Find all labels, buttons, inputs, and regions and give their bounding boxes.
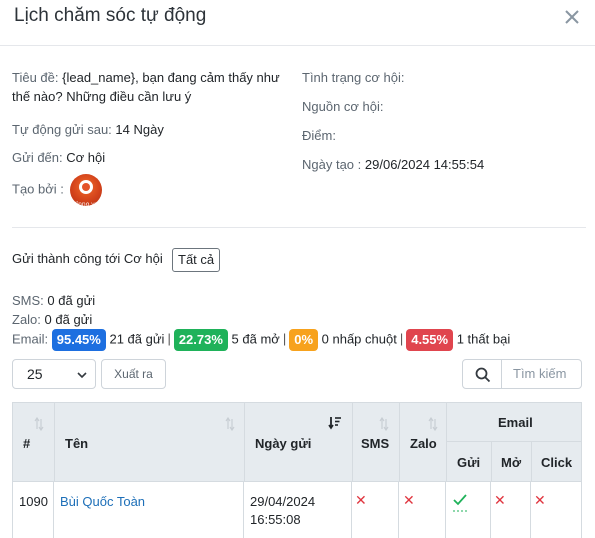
sent-badge: 95.45%: [51, 329, 106, 351]
created-date-label: Ngày tạo :: [302, 157, 362, 172]
divider: [445, 482, 446, 538]
modal-header: Lịch chăm sóc tự động: [0, 0, 595, 46]
search-button[interactable]: [462, 359, 502, 389]
send-to-label: Gửi đến:: [12, 150, 63, 165]
send-to-row: Gửi đến: Cơ hội: [12, 148, 284, 167]
vinno-logo-icon: [78, 180, 93, 194]
x-icon: ✕: [403, 492, 415, 508]
close-icon[interactable]: [561, 6, 583, 28]
check-icon[interactable]: [453, 494, 467, 514]
row-date: 29/04/2024: [250, 494, 316, 509]
divider: [398, 482, 399, 538]
status-row: Tình trạng cơ hội:: [302, 68, 582, 87]
search-input[interactable]: Tìm kiếm: [501, 359, 582, 389]
row-id: 1090: [19, 494, 48, 509]
chevron-down-icon: [77, 372, 87, 379]
email-label: Email:: [12, 331, 49, 347]
sort-icon[interactable]: [33, 417, 45, 431]
separator: |: [167, 331, 171, 347]
table-header: # Tên Ngày gửi SMS Zalo Email Gửi Mở Cli…: [12, 402, 582, 483]
row-time: 16:55:08: [250, 512, 301, 527]
export-button[interactable]: Xuất ra: [101, 359, 166, 389]
divider: [399, 403, 400, 483]
page-size-select[interactable]: 25: [12, 359, 96, 389]
col-header-sms[interactable]: SMS: [361, 436, 389, 451]
auto-send-row: Tự động gửi sau: 14 Ngày: [12, 120, 284, 139]
zalo-stat: Zalo: 0 đã gửi: [12, 312, 92, 328]
sort-icon[interactable]: [427, 417, 439, 431]
sort-desc-icon[interactable]: [328, 416, 342, 430]
col-header-email: Email: [498, 415, 533, 430]
sent-text: 21 đã gửi: [109, 331, 165, 347]
divider: [352, 403, 353, 483]
send-to-value: Cơ hội: [66, 150, 106, 165]
separator: |: [282, 331, 287, 347]
col-header-name[interactable]: Tên: [65, 436, 88, 451]
sms-value: 0 đã gửi: [47, 293, 96, 308]
divider: [446, 441, 582, 442]
created-by-label: Tạo bởi :: [12, 181, 64, 197]
separator: |: [399, 331, 404, 347]
details-right: Tình trạng cơ hội: Nguồn cơ hội: Điểm: N…: [302, 68, 582, 174]
avatar[interactable]: Vinno.vn: [69, 174, 102, 208]
email-stat: Email: 95.45% 21 đã gửi | 22.73% 5 đã mở | 0…: [12, 329, 510, 351]
zalo-value: 0 đã gửi: [44, 312, 93, 327]
avatar-brand-text: Vinno.vn: [72, 201, 99, 208]
created-date-row: Ngày tạo : 29/06/2024 14:55:54: [302, 155, 582, 174]
row-name-link[interactable]: Bùi Quốc Toàn: [60, 493, 145, 511]
click-text: 0 nhấp chuột: [321, 331, 397, 347]
col-header-zalo[interactable]: Zalo: [410, 436, 437, 451]
divider: [244, 403, 245, 483]
source-row: Nguồn cơ hội:: [302, 97, 582, 116]
subject-row: Tiêu đề: {lead_name}, bạn đang cảm thấy …: [12, 68, 284, 106]
col-header-email-open[interactable]: Mở: [501, 455, 521, 470]
divider: [243, 482, 244, 538]
col-header-email-sent[interactable]: Gửi: [457, 455, 480, 470]
zalo-label: Zalo:: [12, 312, 41, 327]
status-label: Tình trạng cơ hội:: [302, 70, 405, 85]
table-row[interactable]: 1090 Bùi Quốc Toàn 29/04/2024 16:55:08 ✕…: [12, 482, 582, 538]
divider: [491, 441, 492, 483]
divider: [490, 482, 491, 538]
modal-title: Lịch chăm sóc tự động: [14, 5, 207, 26]
divider: [531, 441, 532, 483]
search-icon: [475, 367, 491, 383]
score-label: Điểm:: [302, 128, 336, 143]
fail-badge: 4.55%: [406, 329, 454, 351]
page-size-value: 25: [27, 366, 43, 382]
sms-stat: SMS: 0 đã gửi: [12, 293, 95, 309]
subject-label: Tiêu đề:: [12, 70, 59, 85]
open-text: 5 đã mở: [231, 331, 280, 347]
col-header-email-click[interactable]: Click: [541, 455, 572, 470]
sms-label: SMS:: [12, 293, 44, 308]
details-left: Tiêu đề: {lead_name}, bạn đang cảm thấy …: [12, 68, 284, 208]
score-row: Điểm:: [302, 126, 582, 145]
x-icon: ✕: [534, 492, 546, 508]
auto-send-label: Tự động gửi sau:: [12, 122, 112, 137]
divider: [54, 403, 55, 483]
click-badge: 0%: [289, 329, 319, 351]
divider: [12, 227, 586, 228]
open-badge: 22.73%: [173, 329, 228, 351]
auto-send-value: 14 Ngày: [115, 122, 164, 137]
divider: [530, 482, 531, 538]
col-header-date[interactable]: Ngày gửi: [255, 436, 311, 451]
x-icon: ✕: [494, 492, 506, 508]
created-date-value: 29/06/2024 14:55:54: [364, 157, 485, 172]
fail-text: 1 thất bại: [456, 331, 511, 347]
col-header-id[interactable]: #: [23, 436, 30, 451]
x-icon: ✕: [355, 492, 367, 508]
divider: [53, 482, 54, 538]
recipients-table: # Tên Ngày gửi SMS Zalo Email Gửi Mở Cli…: [12, 402, 582, 538]
all-button[interactable]: Tất cả: [172, 248, 221, 272]
sent-to-text: Gửi thành công tới Cơ hội: [12, 251, 163, 266]
created-by-row: Tạo bởi : Vinno.vn: [12, 174, 284, 208]
sort-icon[interactable]: [378, 417, 390, 431]
source-label: Nguồn cơ hội:: [302, 99, 384, 114]
divider: [446, 403, 447, 483]
divider: [351, 482, 352, 538]
sort-icon[interactable]: [224, 417, 236, 431]
